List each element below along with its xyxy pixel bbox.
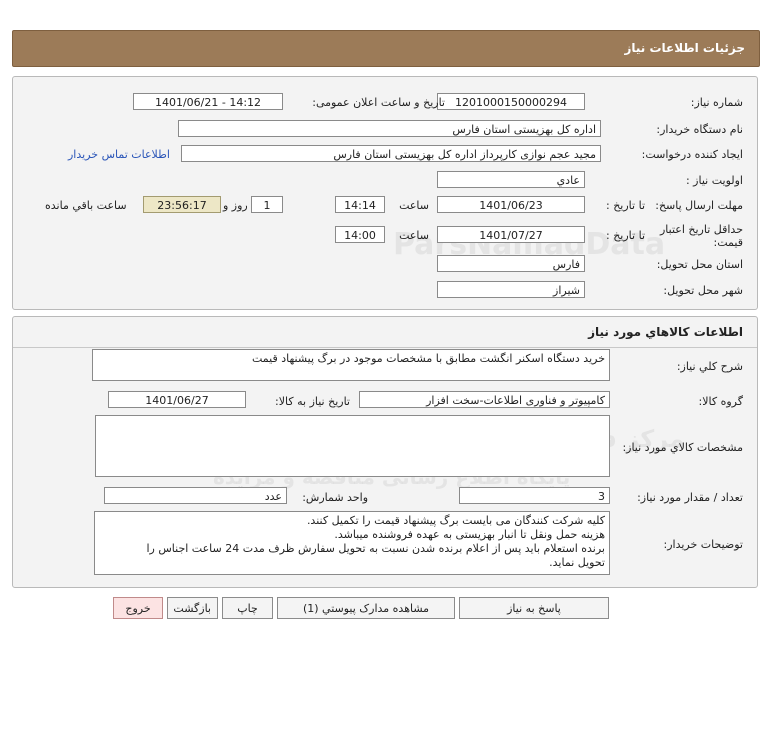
validity-time-field: 14:00 bbox=[335, 226, 385, 243]
need-number-label: شماره نیاز: bbox=[690, 96, 743, 109]
need-info-panel: ParsNamadData شماره نیاز: 12010001500002… bbox=[12, 76, 758, 310]
deadline-time-label: ساعت bbox=[399, 199, 429, 212]
remaining-timer: 23:56:17 bbox=[143, 196, 221, 213]
print-button[interactable]: چاپ bbox=[222, 597, 273, 619]
notes-line: کلیه شرکت کنندگان می بایست برگ پیشنهاد ق… bbox=[306, 514, 605, 527]
specs-field bbox=[95, 415, 610, 477]
city-label: شهر محل تحویل: bbox=[663, 284, 743, 297]
reply-button[interactable]: پاسخ به نیاز bbox=[459, 597, 609, 619]
attachments-button[interactable]: مشاهده مدارک پیوستي (1) bbox=[277, 597, 455, 619]
days-field: 1 bbox=[251, 196, 283, 213]
description-field: خرید دستگاه اسکنر انگشت مطابق با مشخصات … bbox=[92, 349, 610, 381]
page-title: جزئیات اطلاعات نیاز bbox=[624, 41, 745, 55]
need-number-field: 1201000150000294 bbox=[437, 93, 585, 110]
notes-line: هزینه حمل ونقل تا انبار بهزیستی به عهده … bbox=[334, 528, 605, 541]
page-header: جزئیات اطلاعات نیاز bbox=[12, 30, 760, 67]
unit-label: واحد شمارش: bbox=[302, 491, 368, 504]
buyer-label: نام دستگاه خریدار: bbox=[656, 123, 743, 136]
exit-button[interactable]: خروج bbox=[113, 597, 163, 619]
province-field: فارس bbox=[437, 255, 585, 272]
buyer-notes-field: کلیه شرکت کنندگان می بایست برگ پیشنهاد ق… bbox=[94, 511, 610, 575]
contact-buyer-link[interactable]: اطلاعات تماس خریدار bbox=[68, 148, 170, 161]
validity-date-field: 1401/07/27 bbox=[437, 226, 585, 243]
remaining-label: ساعت باقي مانده bbox=[45, 199, 127, 212]
back-button[interactable]: بازگشت bbox=[167, 597, 218, 619]
validity-to-label: تا تاریخ : bbox=[606, 229, 645, 242]
deadline-time-field: 14:14 bbox=[335, 196, 385, 213]
announce-field: 1401/06/21 - 14:12 bbox=[133, 93, 283, 110]
specs-label: مشخصات کالاي مورد نياز: bbox=[622, 441, 743, 454]
notes-line: برنده استعلام باید پس از اعلام برنده شدن… bbox=[146, 542, 605, 555]
goods-group-field: کامپیوتر و فناوری اطلاعات-سخت افزار bbox=[359, 391, 610, 408]
buyer-notes-label: توضیحات خریدار: bbox=[663, 538, 744, 551]
section-divider bbox=[13, 347, 757, 348]
validity-time-label: ساعت bbox=[399, 229, 429, 242]
validity-label-2: قیمت: bbox=[713, 236, 743, 249]
buyer-field: اداره کل بهزیستی استان فارس bbox=[178, 120, 601, 137]
need-date-label: تاریخ نياز به کالا: bbox=[275, 395, 350, 408]
days-label: روز و bbox=[223, 199, 248, 212]
goods-section-title: اطلاعات کالاهاي مورد نياز bbox=[588, 325, 743, 339]
quantity-field: 3 bbox=[459, 487, 610, 504]
goods-info-panel: مرکز فرآوری اطلاعات پارس نماد داده ها پا… bbox=[12, 316, 758, 588]
description-label: شرح کلي نياز: bbox=[676, 360, 743, 373]
priority-label: اولویت نیاز : bbox=[685, 174, 743, 187]
priority-field: عادي bbox=[437, 171, 585, 188]
announce-label: تاریخ و ساعت اعلان عمومی: bbox=[312, 96, 445, 109]
city-field: شیراز bbox=[437, 281, 585, 298]
creator-label: ایجاد کننده درخواست: bbox=[641, 148, 743, 161]
validity-label-1: حداقل تاریخ اعتبار bbox=[659, 223, 743, 236]
creator-field: مجید عجم نوازی کارپرداز اداره کل بهزیستی… bbox=[181, 145, 601, 162]
deadline-date-field: 1401/06/23 bbox=[437, 196, 585, 213]
province-label: استان محل تحویل: bbox=[656, 258, 743, 271]
need-date-field: 1401/06/27 bbox=[108, 391, 246, 408]
deadline-label: مهلت ارسال پاسخ: bbox=[655, 199, 743, 212]
quantity-label: تعداد / مقدار مورد نیاز: bbox=[637, 491, 743, 504]
deadline-to-label: تا تاریخ : bbox=[606, 199, 645, 212]
unit-field: عدد bbox=[104, 487, 287, 504]
notes-line: تحویل نماید. bbox=[549, 556, 605, 569]
goods-group-label: گروه کالا: bbox=[698, 395, 743, 408]
action-bar: پاسخ به نیاز مشاهده مدارک پیوستي (1) چاپ… bbox=[12, 590, 756, 630]
